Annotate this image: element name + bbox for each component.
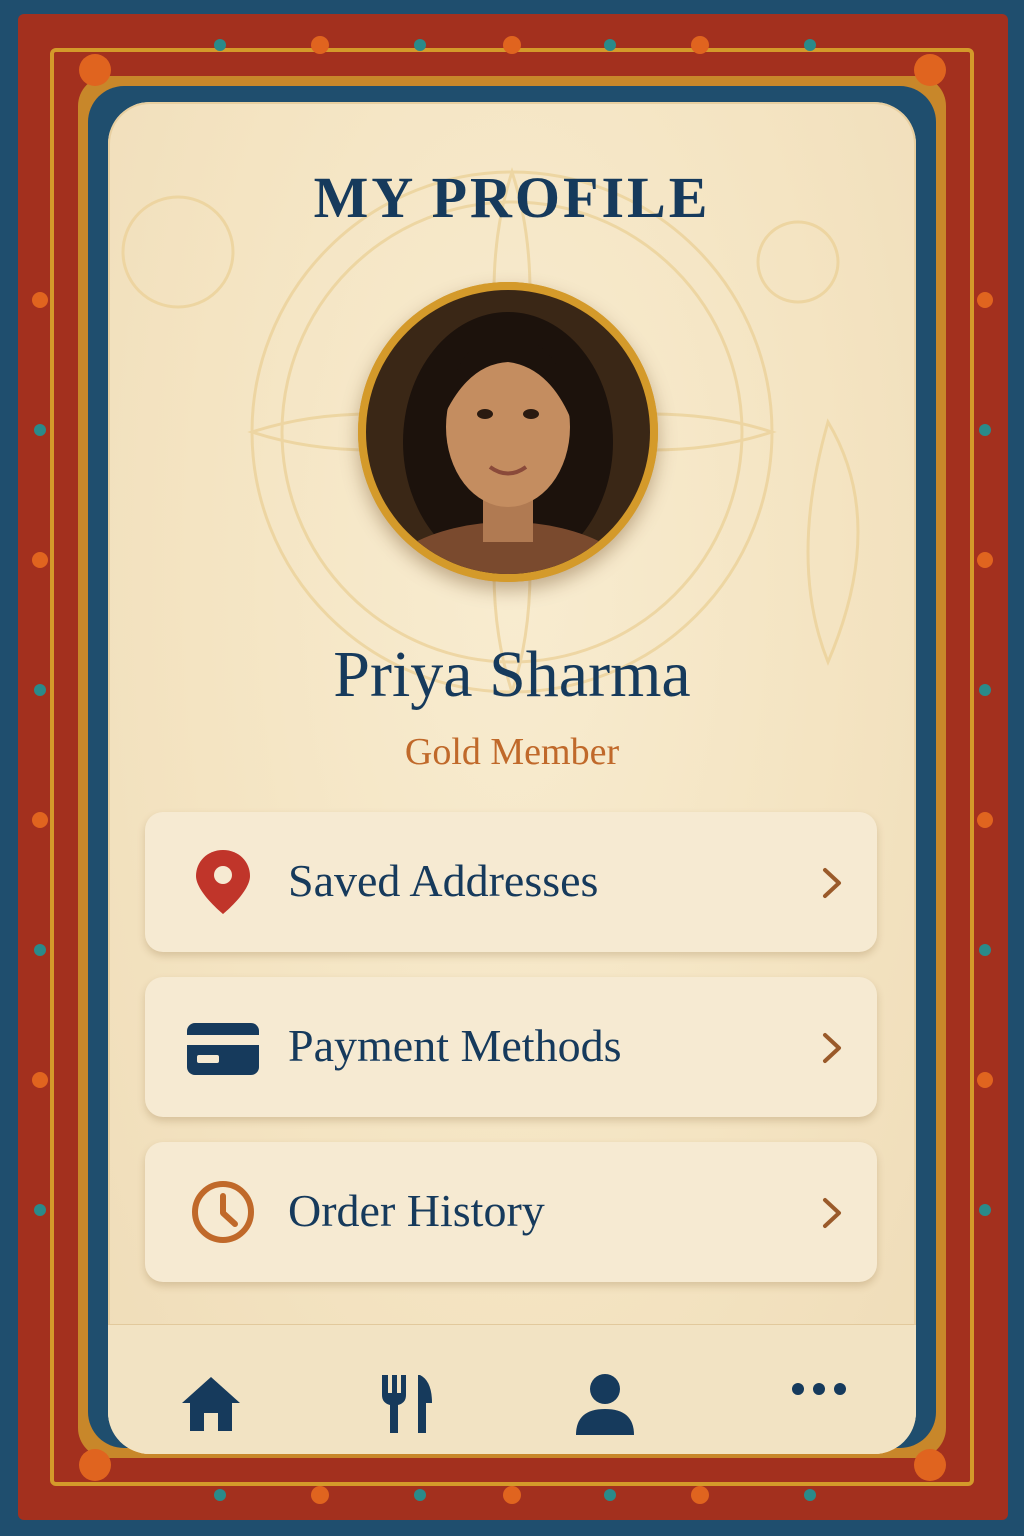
chevron-right-icon	[823, 1033, 841, 1063]
menu-item-payment-methods[interactable]: Payment Methods	[145, 977, 877, 1117]
app-screen: MY PROFILE Priya Sharma Gold Member Save…	[0, 0, 1024, 1536]
avatar[interactable]	[358, 282, 658, 582]
menu-item-order-history[interactable]: Order History	[145, 1142, 877, 1282]
chevron-right-icon	[823, 868, 841, 898]
chevron-right-icon	[823, 1198, 841, 1228]
profile-card: MY PROFILE Priya Sharma Gold Member Save…	[108, 102, 916, 1454]
location-pin-icon	[196, 850, 250, 914]
membership-tier: Gold Member	[404, 731, 620, 773]
clock-icon	[192, 1181, 254, 1243]
profile-name: Priya Sharma	[333, 638, 691, 711]
fork-knife-icon[interactable]	[370, 1369, 440, 1439]
menu-item-saved-addresses[interactable]: Saved Addresses	[145, 812, 877, 952]
menu-item-label: Order History	[288, 1185, 545, 1236]
user-icon[interactable]	[570, 1369, 640, 1439]
bottom-nav	[108, 1324, 916, 1454]
menu-item-label: Payment Methods	[288, 1020, 622, 1071]
more-icon[interactable]	[784, 1369, 854, 1439]
credit-card-icon	[187, 1023, 259, 1075]
menu-item-label: Saved Addresses	[288, 855, 599, 906]
page-title: MY PROFILE	[313, 165, 711, 230]
home-icon[interactable]	[176, 1369, 246, 1439]
